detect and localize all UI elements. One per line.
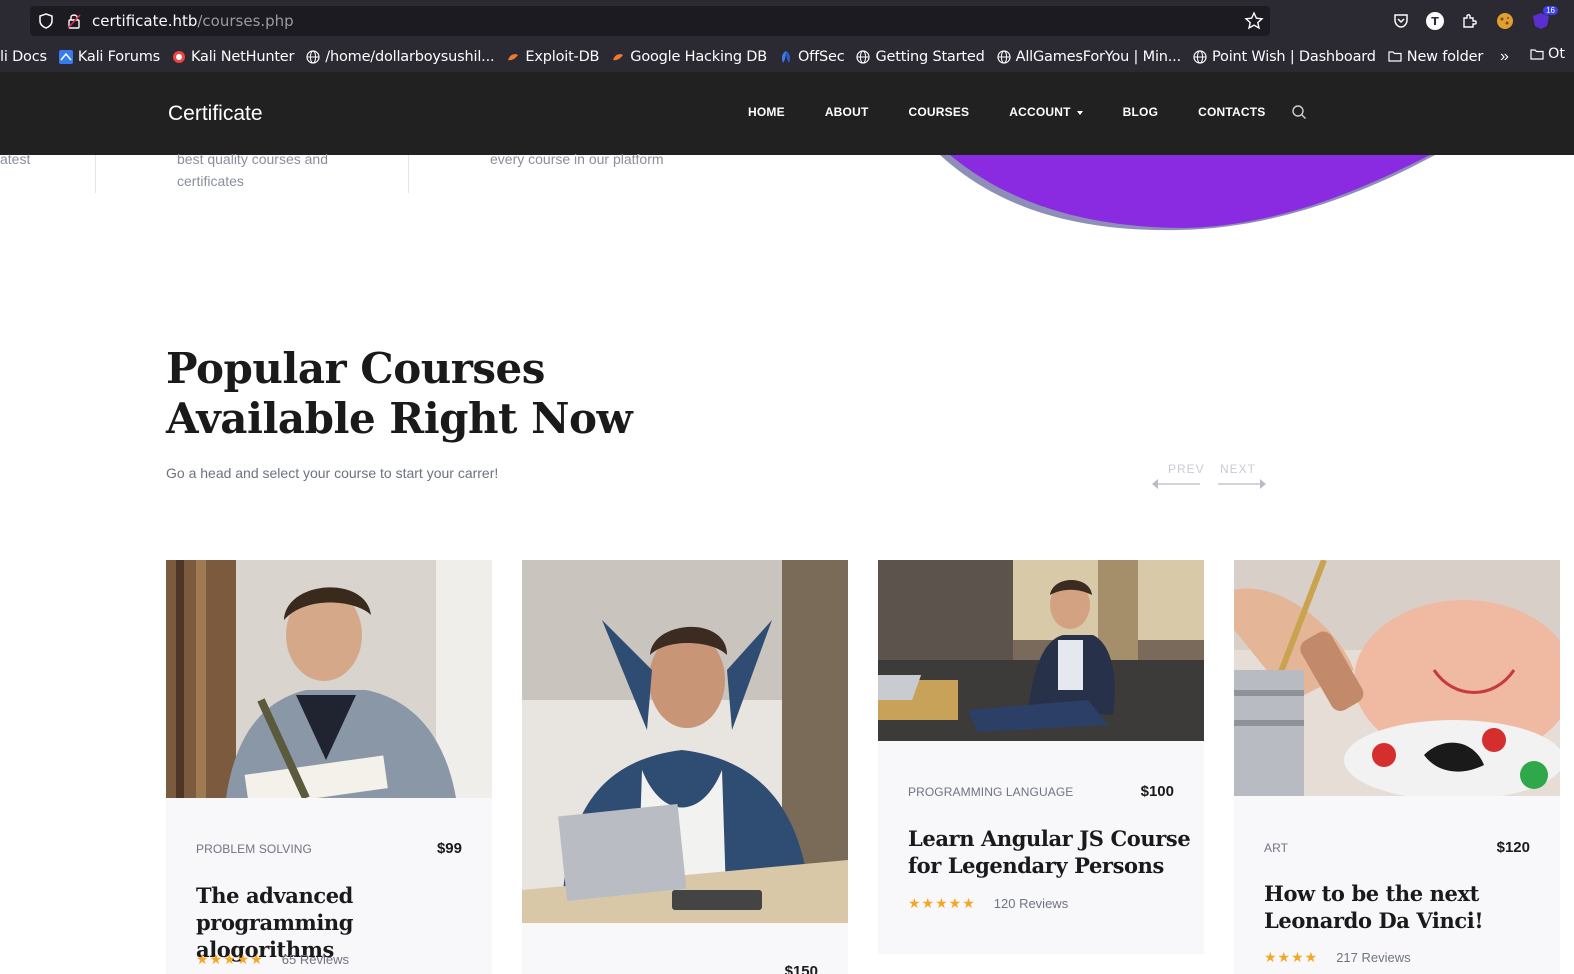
course-title-line1: How to be the next (1264, 881, 1479, 906)
hero-divider (95, 155, 96, 193)
course-title-line2: for Legendary Persons (908, 853, 1164, 878)
exploitdb-icon (506, 50, 520, 64)
course-image[interactable] (522, 560, 848, 923)
bookmark-label: Kali NetHunter (190, 49, 295, 65)
course-title-line1: The advanced (196, 883, 353, 908)
next-button[interactable]: NEXT (1220, 462, 1256, 476)
hackbar-icon[interactable]: 16 (1530, 6, 1558, 32)
site-brand[interactable]: Certificate (168, 102, 263, 126)
globe-icon (306, 50, 320, 64)
cookie-icon[interactable] (1494, 10, 1516, 32)
url-path: /courses.php (197, 12, 294, 30)
hero-purple-blob (940, 155, 1435, 231)
course-card[interactable]: $150 (522, 560, 848, 974)
bookmarks-overflow-icon[interactable]: » (1500, 48, 1509, 66)
course-card[interactable]: ART $120 How to be the next Leonardo Da … (1234, 560, 1560, 974)
lock-icon[interactable] (66, 12, 82, 30)
offsec-icon (779, 50, 793, 64)
course-image[interactable] (878, 560, 1204, 741)
section-title-line1: Popular Courses (166, 344, 545, 393)
bookmark-label: Kali Forums (77, 49, 160, 65)
course-card[interactable]: PROBLEM SOLVING $99 The advanced program… (166, 560, 492, 974)
course-category: PROGRAMMING LANGUAGE (908, 785, 1074, 799)
bookmark-label: Google Hacking DB (630, 49, 767, 65)
prev-button[interactable]: PREV (1168, 462, 1205, 476)
course-reviews: 217 Reviews (1336, 950, 1411, 965)
bookmark-other[interactable]: Ot (1530, 46, 1565, 62)
course-image[interactable] (166, 560, 492, 798)
exploitdb-icon (611, 50, 625, 64)
course-price: $150 (784, 963, 818, 974)
bookmark-star-icon[interactable] (1244, 11, 1264, 31)
bookmark-label: OffSec (797, 49, 845, 65)
bookmark-item[interactable]: /home/dollarboysushil... (306, 49, 495, 65)
course-category: ART (1264, 841, 1289, 855)
bookmark-other-label: Ot (1548, 46, 1566, 62)
course-image[interactable] (1234, 560, 1560, 796)
nav-about[interactable]: ABOUT (825, 105, 869, 119)
course-rating: ★★★★ 217 Reviews (1264, 949, 1411, 966)
bookmark-label: Exploit-DB (525, 49, 600, 65)
course-title-line2: Leonardo Da Vinci! (1264, 908, 1484, 933)
course-title-line1: Learn Angular JS Course (908, 826, 1191, 851)
t-extension-icon[interactable]: T (1426, 12, 1444, 30)
kali-icon (58, 50, 73, 64)
nav-home[interactable]: HOME (748, 105, 785, 119)
course-reviews: 65 Reviews (281, 952, 349, 967)
bookmark-item[interactable]: Exploit-DB (506, 49, 599, 65)
hero-text-1: atest (0, 151, 31, 167)
shield-icon[interactable] (38, 13, 54, 29)
course-body: PROBLEM SOLVING $99 The advanced program… (166, 798, 492, 974)
course-category: PROBLEM SOLVING (196, 842, 312, 856)
url-host: certificate.htb (92, 12, 198, 30)
hero-text-2-line1: best quality courses and (177, 151, 328, 167)
course-price: $100 (1140, 783, 1174, 800)
arrow-left-icon[interactable] (1150, 478, 1200, 490)
course-body: PROGRAMMING LANGUAGE $100 Learn Angular … (878, 741, 1204, 954)
bookmark-item[interactable]: Kali Forums (58, 49, 160, 65)
folder-icon (1530, 49, 1544, 60)
star-icons: ★★★★ (1264, 949, 1319, 965)
address-bar[interactable]: certificate.htb/courses.php (30, 6, 1270, 36)
url-text[interactable]: certificate.htb/courses.php (92, 12, 294, 30)
star-icons: ★★★★★ (196, 951, 264, 967)
course-body: ART $120 How to be the next Leonardo Da … (1234, 796, 1560, 974)
arrow-right-icon[interactable] (1218, 478, 1268, 490)
extension-badge: 16 (1543, 6, 1558, 15)
puzzle-icon[interactable] (1458, 10, 1480, 32)
bookmark-item[interactable]: Kali NetHunter (172, 49, 294, 65)
course-price: $99 (436, 840, 462, 857)
star-icons: ★★★★★ (908, 895, 976, 911)
bookmark-label: li Docs (0, 49, 47, 65)
hero-text-2: best quality courses and certificates (177, 148, 328, 192)
course-reviews: 120 Reviews (993, 896, 1069, 911)
bookmark-item[interactable]: OffSec (779, 49, 845, 65)
course-title[interactable]: Learn Angular JS Course for Legendary Pe… (908, 825, 1191, 879)
hero-text-2-line2: certificates (177, 173, 244, 189)
globe-icon (856, 50, 871, 64)
course-rating: ★★★★★ 120 Reviews (908, 895, 1068, 912)
bookmark-label: /home/dollarboysushil... (325, 49, 495, 65)
hero-text-3: every course in our platform (490, 151, 664, 167)
bookmark-item[interactable]: Google Hacking DB (611, 49, 767, 65)
section-subtitle: Go a head and select your course to star… (166, 465, 499, 481)
nethunter-icon (172, 50, 186, 64)
section-title: Popular Courses Available Right Now (166, 344, 633, 444)
course-title[interactable]: How to be the next Leonardo Da Vinci! (1264, 880, 1484, 934)
bookmark-item[interactable]: li Docs (0, 49, 47, 65)
course-price: $120 (1496, 839, 1530, 856)
browser-toolbar: certificate.htb/courses.php T 16 (0, 0, 1574, 42)
section-title-line2: Available Right Now (166, 394, 633, 443)
course-card[interactable]: PROGRAMMING LANGUAGE $100 Learn Angular … (878, 560, 1204, 954)
hero-divider (408, 155, 409, 193)
course-rating: ★★★★★ 65 Reviews (196, 951, 349, 968)
pocket-icon[interactable] (1390, 10, 1412, 32)
course-body: $150 (522, 923, 848, 974)
